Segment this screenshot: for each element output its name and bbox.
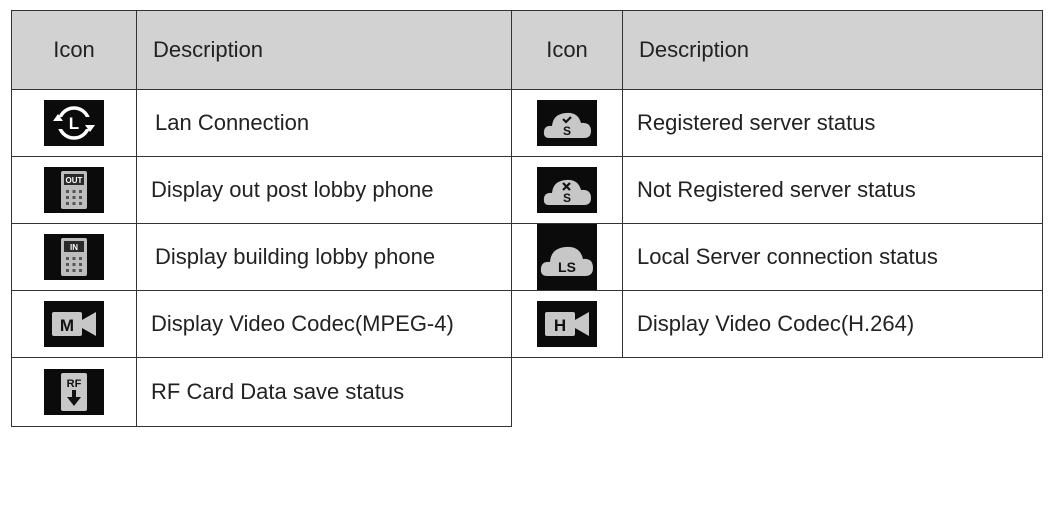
svg-text:RF: RF: [67, 378, 82, 390]
description-text: Registered server status: [622, 89, 1043, 157]
description-column-header: Description: [136, 10, 512, 90]
rf-card-save-icon: RF: [44, 369, 104, 415]
svg-text:H: H: [554, 316, 566, 335]
description-text: RF Card Data save status: [136, 357, 512, 427]
svg-text:LS: LS: [558, 259, 576, 275]
description-text: Display Video Codec(H.264): [622, 290, 1043, 358]
table-row: IN Display building lobby phone LS Local…: [11, 223, 1043, 291]
table-row: OUT Display out post lobby phone S Not R…: [11, 156, 1043, 224]
svg-text:IN: IN: [70, 243, 78, 252]
description-text: Lan Connection: [136, 89, 512, 157]
icon-column-header: Icon: [511, 10, 623, 90]
table-header-row: Icon Description Icon Description: [11, 10, 1043, 90]
mpeg4-camera-icon: M: [44, 301, 104, 347]
cloud-x-icon: S: [537, 167, 597, 213]
table-row: L Lan Connection S Registered server sta…: [11, 89, 1043, 157]
svg-text:M: M: [60, 316, 74, 335]
table-row: M Display Video Codec(MPEG-4) H Display …: [11, 290, 1043, 358]
building-lobby-phone-icon: IN: [44, 234, 104, 280]
icon-description-table: Icon Description Icon Description L Lan …: [11, 10, 1043, 427]
svg-text:S: S: [563, 124, 571, 138]
description-text: Not Registered server status: [622, 156, 1043, 224]
out-post-lobby-phone-icon: OUT: [44, 167, 104, 213]
svg-text:S: S: [563, 191, 571, 205]
cloud-ls-icon: LS: [537, 224, 597, 290]
h264-camera-icon: H: [537, 301, 597, 347]
description-text: Display building lobby phone: [136, 223, 512, 291]
cloud-check-icon: S: [537, 100, 597, 146]
svg-text:L: L: [69, 114, 79, 133]
lan-connection-icon: L: [44, 100, 104, 146]
description-text: Local Server connection status: [622, 223, 1043, 291]
description-text: Display out post lobby phone: [136, 156, 512, 224]
empty-cell: [511, 357, 1043, 427]
description-text: Display Video Codec(MPEG-4): [136, 290, 512, 358]
icon-column-header: Icon: [11, 10, 137, 90]
description-column-header: Description: [622, 10, 1043, 90]
svg-text:OUT: OUT: [66, 176, 83, 185]
table-row: RF RF Card Data save status: [11, 357, 1043, 427]
